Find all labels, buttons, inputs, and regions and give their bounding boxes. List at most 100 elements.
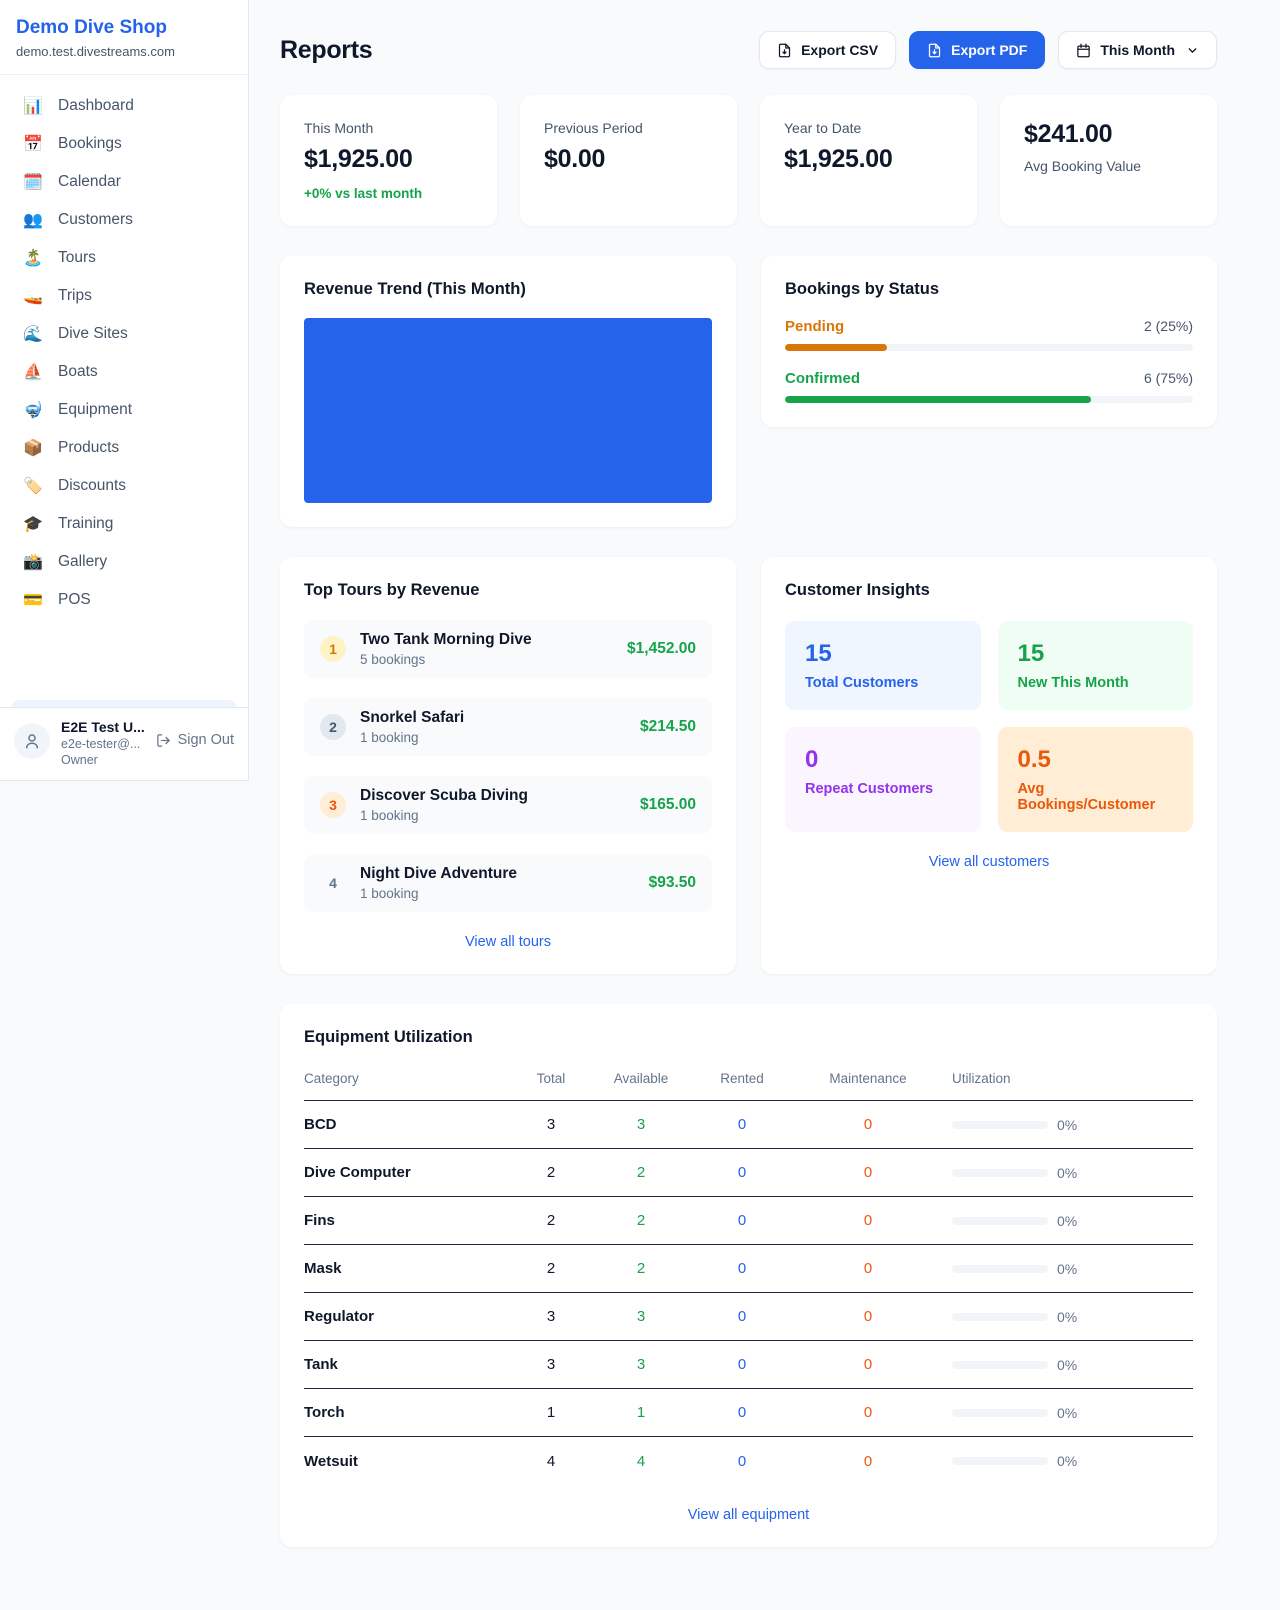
top-tours-title: Top Tours by Revenue: [304, 581, 712, 600]
stat-label: Previous Period: [544, 120, 713, 136]
status-label: Confirmed: [785, 370, 860, 387]
user-name: E2E Test U...: [61, 719, 145, 735]
sidebar-item-equipment[interactable]: 🤿 Equipment: [12, 391, 236, 429]
sidebar-item-training[interactable]: 🎓 Training: [12, 505, 236, 543]
bookings-status-list: Pending 2 (25%) Confirmed 6 (75%): [785, 318, 1193, 403]
cell-rented: 0: [686, 1164, 798, 1181]
cell-maintenance: 0: [798, 1116, 938, 1133]
stat-label: Avg Booking Value: [1024, 158, 1193, 174]
sidebar-item-label: Gallery: [58, 553, 107, 571]
tour-row-discover-scuba-diving: 3 Discover Scuba Diving 1 booking $165.0…: [304, 776, 712, 834]
sidebar-item-label: Dashboard: [58, 97, 134, 115]
tour-info: Two Tank Morning Dive 5 bookings: [360, 631, 613, 667]
cell-total: 2: [506, 1260, 596, 1277]
tour-row-night-dive-adventure: 4 Night Dive Adventure 1 booking $93.50: [304, 854, 712, 912]
cell-available: 3: [596, 1308, 686, 1325]
customer-insights-card: Customer Insights 15 Total Customers 15 …: [761, 557, 1217, 974]
sidebar-item-boats[interactable]: ⛵ Boats: [12, 353, 236, 391]
utilization-percent: 0%: [1057, 1261, 1077, 1277]
cell-total: 3: [506, 1308, 596, 1325]
cell-available: 1: [596, 1404, 686, 1421]
cell-utilization: 0%: [938, 1357, 1193, 1373]
tour-bookings: 1 booking: [360, 808, 626, 823]
top-tours-card: Top Tours by Revenue 1 Two Tank Morning …: [280, 557, 736, 974]
stat-cards: This Month $1,925.00 +0% vs last month P…: [280, 95, 1217, 226]
utilization-percent: 0%: [1057, 1165, 1077, 1181]
cell-rented: 0: [686, 1356, 798, 1373]
utilization-bar: [952, 1361, 1048, 1369]
status-bar-track: [785, 396, 1193, 403]
insight-box-total-customers: 15 Total Customers: [785, 621, 981, 710]
cell-utilization: 0%: [938, 1309, 1193, 1325]
insights-row: Top Tours by Revenue 1 Two Tank Morning …: [280, 557, 1217, 974]
cell-maintenance: 0: [798, 1356, 938, 1373]
tour-info: Snorkel Safari 1 booking: [360, 709, 626, 745]
insight-box-avg-bookings-customer: 0.5 Avg Bookings/Customer: [998, 727, 1194, 832]
training-icon: 🎓: [22, 514, 44, 534]
stat-label: Year to Date: [784, 120, 953, 136]
utilization-bar: [952, 1121, 1048, 1129]
cell-total: 3: [506, 1356, 596, 1373]
cell-category: Wetsuit: [304, 1453, 506, 1470]
insight-value: 0.5: [1018, 746, 1174, 774]
cell-category: Dive Computer: [304, 1164, 506, 1181]
col-maintenance: Maintenance: [798, 1071, 938, 1086]
top-tours-list: 1 Two Tank Morning Dive 5 bookings $1,45…: [304, 620, 712, 912]
sidebar-item-products[interactable]: 📦 Products: [12, 429, 236, 467]
export-pdf-button[interactable]: Export PDF: [909, 31, 1045, 69]
view-all-tours-link[interactable]: View all tours: [304, 934, 712, 950]
stat-value: $1,925.00: [784, 145, 953, 174]
utilization-bar: [952, 1217, 1048, 1225]
export-csv-label: Export CSV: [801, 42, 878, 58]
sidebar-item-label: Dive Sites: [58, 325, 128, 343]
sidebar-nav: 📊 Dashboard 📅 Bookings 🗓️ Calendar 👥 Cus…: [0, 75, 248, 696]
file-download-icon: [927, 43, 942, 58]
tour-info: Discover Scuba Diving 1 booking: [360, 787, 626, 823]
bookings-icon: 📅: [22, 134, 44, 154]
cell-utilization: 0%: [938, 1213, 1193, 1229]
cell-total: 4: [506, 1453, 596, 1470]
cell-available: 3: [596, 1116, 686, 1133]
insight-box-new-this-month: 15 New This Month: [998, 621, 1194, 710]
tour-name: Snorkel Safari: [360, 709, 626, 727]
sidebar-item-label: POS: [58, 591, 91, 609]
logout-icon: [156, 733, 171, 748]
cell-available: 4: [596, 1453, 686, 1470]
utilization-bar: [952, 1169, 1048, 1177]
period-dropdown[interactable]: This Month: [1058, 31, 1217, 69]
cell-rented: 0: [686, 1260, 798, 1277]
cell-available: 2: [596, 1212, 686, 1229]
tour-bookings: 1 booking: [360, 730, 626, 745]
utilization-bar: [952, 1313, 1048, 1321]
brand-subdomain: demo.test.divestreams.com: [16, 44, 232, 59]
cell-total: 3: [506, 1116, 596, 1133]
status-count: 2 (25%): [1144, 318, 1193, 334]
tour-row-snorkel-safari: 2 Snorkel Safari 1 booking $214.50: [304, 698, 712, 756]
tour-bookings: 1 booking: [360, 886, 635, 901]
gallery-icon: 📸: [22, 552, 44, 572]
equipment-utilization-card: Equipment Utilization Category Total Ava…: [280, 1004, 1217, 1547]
sidebar-item-pos[interactable]: 💳 POS: [12, 581, 236, 619]
view-all-equipment-link[interactable]: View all equipment: [304, 1507, 1193, 1523]
header-actions: Export CSV Export PDF This Month: [759, 31, 1217, 69]
sidebar-item-customers[interactable]: 👥 Customers: [12, 201, 236, 239]
cell-available: 2: [596, 1164, 686, 1181]
dive-sites-icon: 🌊: [22, 324, 44, 344]
sidebar-item-tours[interactable]: 🏝️ Tours: [12, 239, 236, 277]
export-csv-button[interactable]: Export CSV: [759, 31, 896, 69]
sidebar-item-dashboard[interactable]: 📊 Dashboard: [12, 87, 236, 125]
sidebar-item-calendar[interactable]: 🗓️ Calendar: [12, 163, 236, 201]
sidebar-item-discounts[interactable]: 🏷️ Discounts: [12, 467, 236, 505]
sidebar-item-bookings[interactable]: 📅 Bookings: [12, 125, 236, 163]
tour-name: Discover Scuba Diving: [360, 787, 626, 805]
sidebar-item-label: Training: [58, 515, 113, 533]
sign-out-button[interactable]: Sign Out: [156, 732, 234, 748]
sidebar-item-trips[interactable]: 🚤 Trips: [12, 277, 236, 315]
page-header: Reports Export CSV Export PDF This Month: [280, 31, 1217, 69]
sidebar-item-active-partial[interactable]: [12, 700, 236, 707]
sidebar-item-gallery[interactable]: 📸 Gallery: [12, 543, 236, 581]
equipment-row-fins: Fins 2 2 0 0 0%: [304, 1197, 1193, 1245]
rank-badge: 2: [320, 714, 346, 740]
view-all-customers-link[interactable]: View all customers: [785, 854, 1193, 870]
sidebar-item-dive-sites[interactable]: 🌊 Dive Sites: [12, 315, 236, 353]
